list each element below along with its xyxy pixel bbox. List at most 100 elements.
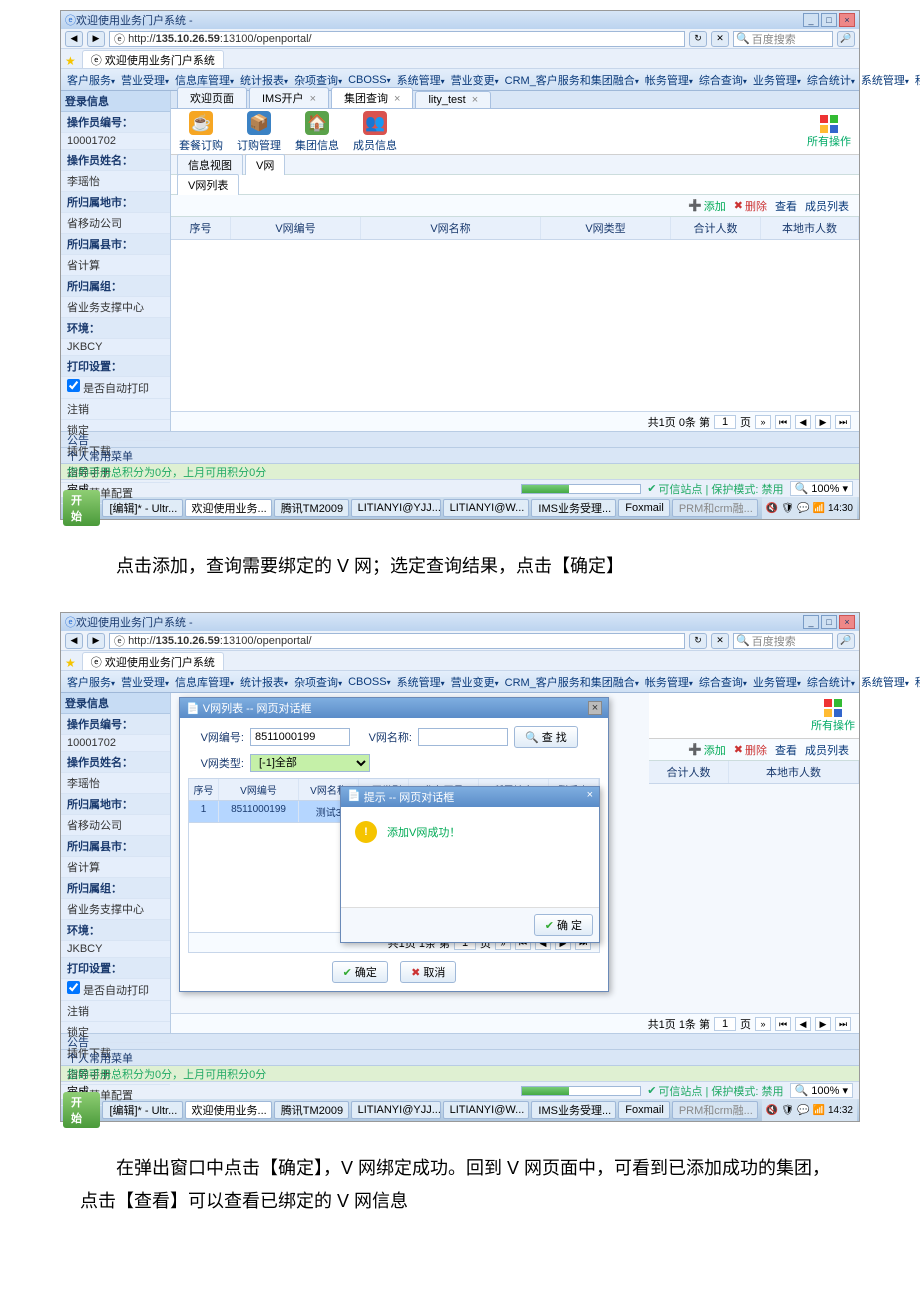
pager-first-button[interactable]: ⏮ [775, 415, 791, 429]
forward-button[interactable]: ▶ [87, 31, 105, 47]
back-button[interactable]: ◀ [65, 633, 83, 649]
menu-item[interactable]: 业务管理▾ [753, 674, 801, 690]
browser-tab[interactable]: ⓔ 欢迎使用业务门户系统 [82, 652, 224, 670]
menu-item[interactable]: 客户服务▾ [67, 674, 115, 690]
members-button[interactable]: 成员列表 [805, 198, 849, 214]
msgbox-ok-button[interactable]: ✔确 定 [534, 914, 593, 936]
menu-item[interactable]: 营业变更▾ [451, 72, 499, 88]
menu-item[interactable]: 系统管理▾ [861, 674, 909, 690]
menu-item[interactable]: 统计报表▾ [240, 674, 288, 690]
menu-item[interactable]: 综合统计▾ [807, 72, 855, 88]
maximize-button[interactable]: □ [821, 13, 837, 27]
pager-prev-button[interactable]: ◀ [795, 1017, 811, 1031]
taskbar-button[interactable]: PRM和crm融... [672, 499, 758, 517]
menu-item[interactable]: 系统管理▾ [397, 72, 445, 88]
favorites-icon[interactable]: ★ [65, 656, 76, 670]
menu-item[interactable]: CRM_客户服务和集团融合▾ [505, 674, 639, 690]
refresh-button[interactable]: ↻ [689, 633, 707, 649]
taskbar-button[interactable]: [编辑]* - Ultr... [102, 499, 182, 517]
browser-tab[interactable]: ⓔ 欢迎使用业务门户系统 [82, 50, 224, 68]
dialog-ok-button[interactable]: ✔确定 [332, 961, 388, 983]
taskbar-button[interactable]: 欢迎使用业务... [185, 499, 272, 517]
tab-close-icon[interactable]: × [472, 94, 478, 106]
tab-welcome[interactable]: 欢迎页面 [177, 87, 247, 108]
maximize-button[interactable]: □ [821, 615, 837, 629]
footer-gonggao[interactable]: 公告 [61, 431, 859, 447]
toolbar-package-order[interactable]: ☕套餐订购 [179, 111, 223, 153]
start-button[interactable]: 开始 [63, 490, 100, 526]
tab-close-icon[interactable]: × [394, 93, 400, 105]
taskbar-button[interactable]: [编辑]* - Ultr... [102, 1101, 182, 1119]
search-button[interactable]: 🔍查 找 [514, 726, 578, 748]
tab-lity-test[interactable]: lity_test× [415, 91, 491, 108]
url-input[interactable]: ⓔ http://135.10.26.59:13100/openportal/ [109, 633, 685, 649]
back-button[interactable]: ◀ [65, 31, 83, 47]
sidebar-link-logout[interactable]: 注销 [61, 1001, 170, 1022]
pager-last-button[interactable]: ⏭ [835, 1017, 851, 1031]
menu-item[interactable]: 客户服务▾ [67, 72, 115, 88]
taskbar-button[interactable]: PRM和crm融... [672, 1101, 758, 1119]
dialog-cancel-button[interactable]: ✖取消 [400, 961, 456, 983]
footer-gonggao[interactable]: 公告 [61, 1033, 859, 1049]
zoom-control[interactable]: 🔍 100% ▾ [790, 1083, 853, 1098]
pager-last-button[interactable]: ⏭ [835, 415, 851, 429]
forward-button[interactable]: ▶ [87, 633, 105, 649]
pager-first-button[interactable]: ⏮ [775, 1017, 791, 1031]
members-button[interactable]: 成员列表 [805, 742, 849, 758]
menu-item[interactable]: 系统管理▾ [397, 674, 445, 690]
system-tray[interactable]: 🔇🛡💬📶 14:30 [762, 497, 857, 519]
menu-item[interactable]: 综合统计▾ [807, 674, 855, 690]
menu-item[interactable]: 杂项查询▾ [294, 674, 342, 690]
add-button[interactable]: ➕添加 [688, 198, 726, 214]
delete-button[interactable]: ✖删除 [734, 198, 767, 214]
all-operations-button[interactable]: 所有操作 [807, 115, 851, 149]
taskbar-button[interactable]: LITIANYI@W... [443, 499, 530, 517]
pager-go-button[interactable]: » [755, 1017, 771, 1031]
pager-prev-button[interactable]: ◀ [795, 415, 811, 429]
view-button[interactable]: 查看 [775, 742, 797, 758]
all-operations-button[interactable]: 所有操作 [811, 699, 855, 733]
menu-item[interactable]: 积算管理▾ [915, 72, 920, 88]
menu-item[interactable]: 帐务管理▾ [645, 674, 693, 690]
url-input[interactable]: ⓔ http://135.10.26.59:13100/openportal/ [109, 31, 685, 47]
menu-item[interactable]: 帐务管理▾ [645, 72, 693, 88]
toolbar-group-info[interactable]: 🏠集团信息 [295, 111, 339, 153]
taskbar-button[interactable]: LITIANYI@YJJ... [351, 499, 441, 517]
menu-item[interactable]: 信息库管理▾ [175, 674, 234, 690]
refresh-button[interactable]: ↻ [689, 31, 707, 47]
search-box[interactable]: 🔍 百度搜索 [733, 633, 833, 649]
auto-print-checkbox[interactable]: 是否自动打印 [61, 979, 170, 1001]
search-go-button[interactable]: 🔎 [837, 31, 855, 47]
footer-fav-menu[interactable]: 个人常用菜单 [61, 447, 859, 463]
tab-close-icon[interactable]: × [310, 93, 316, 105]
pager-next-button[interactable]: ▶ [815, 415, 831, 429]
menu-item[interactable]: 系统管理▾ [861, 72, 909, 88]
close-button[interactable]: × [839, 13, 855, 27]
toolbar-order-mgmt[interactable]: 📦订购管理 [237, 111, 281, 153]
taskbar-button[interactable]: Foxmail [618, 1101, 670, 1119]
menu-item[interactable]: CBOSS▾ [348, 74, 391, 86]
menu-item[interactable]: CBOSS▾ [348, 676, 391, 688]
auto-print-checkbox[interactable]: 是否自动打印 [61, 377, 170, 399]
menu-item[interactable]: 积算管理▾ [915, 674, 920, 690]
taskbar-button[interactable]: 腾讯TM2009 [274, 499, 349, 517]
favorites-icon[interactable]: ★ [65, 54, 76, 68]
taskbar-button[interactable]: Foxmail [618, 499, 670, 517]
system-tray[interactable]: 🔇🛡💬📶 14:32 [762, 1099, 857, 1121]
start-button[interactable]: 开始 [63, 1092, 100, 1128]
taskbar-button[interactable]: LITIANYI@W... [443, 1101, 530, 1119]
page-input[interactable] [714, 1017, 736, 1031]
pager-go-button[interactable]: » [755, 415, 771, 429]
taskbar-button[interactable]: IMS业务受理... [531, 1101, 616, 1119]
vname-input[interactable] [418, 728, 508, 746]
taskbar-button[interactable]: 腾讯TM2009 [274, 1101, 349, 1119]
taskbar-button[interactable]: LITIANYI@YJJ... [351, 1101, 441, 1119]
dialog-close-icon[interactable]: × [588, 701, 602, 715]
menu-item[interactable]: 综合查询▾ [699, 72, 747, 88]
taskbar-button[interactable]: 欢迎使用业务... [185, 1101, 272, 1119]
tab-ims[interactable]: IMS开户× [249, 87, 329, 108]
vid-input[interactable] [250, 728, 350, 746]
search-box[interactable]: 🔍 百度搜索 [733, 31, 833, 47]
footer-fav-menu[interactable]: 个人常用菜单 [61, 1049, 859, 1065]
menu-item[interactable]: 杂项查询▾ [294, 72, 342, 88]
